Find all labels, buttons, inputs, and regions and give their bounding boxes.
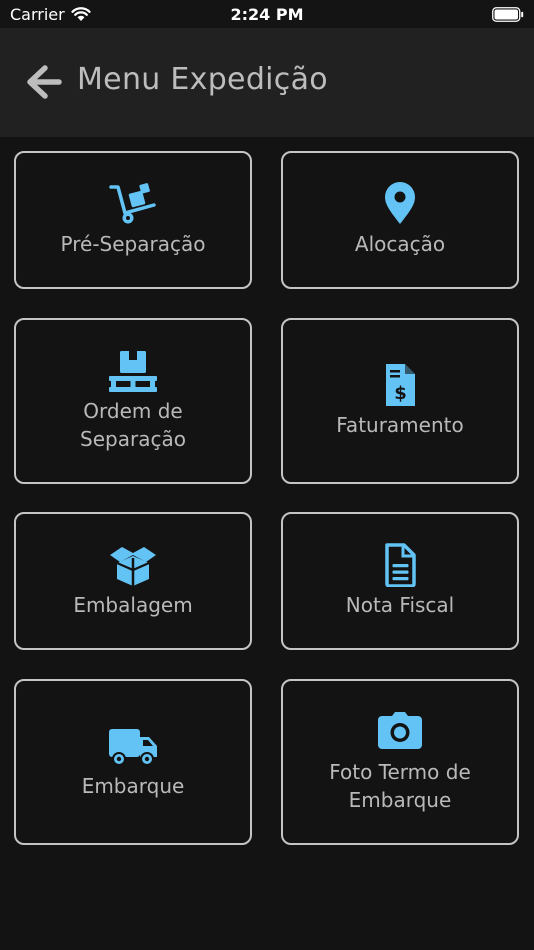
menu-tile-label: Foto Termo de Embarque bbox=[329, 760, 471, 812]
battery-icon bbox=[492, 7, 524, 22]
menu-tile-label: Alocação bbox=[354, 232, 446, 256]
app-header: Menu Expedição bbox=[0, 28, 534, 137]
menu-tile-alocacao[interactable]: Alocação bbox=[281, 151, 519, 289]
menu-tile-embarque[interactable]: Embarque bbox=[14, 679, 252, 845]
menu-tile-label: Faturamento bbox=[336, 413, 464, 437]
menu-tile-embalagem[interactable]: Embalagem bbox=[14, 512, 252, 650]
menu-tile-label: Nota Fiscal bbox=[345, 593, 455, 617]
menu-tile-label: Embalagem bbox=[73, 593, 193, 617]
document-icon bbox=[385, 543, 416, 587]
menu-tile-label: Ordem de Separação bbox=[80, 399, 186, 451]
camera-icon bbox=[378, 712, 422, 749]
pallet-box-icon bbox=[109, 351, 157, 392]
menu-tile-nota-fiscal[interactable]: Nota Fiscal bbox=[281, 512, 519, 650]
menu-tile-faturamento[interactable]: $ Faturamento bbox=[281, 318, 519, 484]
map-pin-icon bbox=[385, 182, 415, 224]
open-box-icon bbox=[110, 547, 156, 586]
status-time: 2:24 PM bbox=[230, 5, 304, 24]
svg-text:$: $ bbox=[394, 383, 407, 404]
menu-tile-pre-separacao[interactable]: Pré-Separação bbox=[14, 151, 252, 289]
menu-tile-foto-termo-embarque[interactable]: Foto Termo de Embarque bbox=[281, 679, 519, 845]
status-bar: Carrier 2:24 PM bbox=[0, 0, 534, 28]
menu-tile-label: Pré-Separação bbox=[60, 232, 206, 256]
hand-truck-icon bbox=[109, 183, 156, 224]
page-title: Menu Expedição bbox=[77, 62, 328, 97]
menu-tile-ordem-separacao[interactable]: Ordem de Separação bbox=[14, 318, 252, 484]
menu-tile-label: Embarque bbox=[81, 774, 185, 798]
invoice-dollar-icon: $ bbox=[386, 364, 415, 406]
truck-icon bbox=[109, 729, 157, 766]
back-arrow-icon[interactable] bbox=[25, 64, 63, 100]
